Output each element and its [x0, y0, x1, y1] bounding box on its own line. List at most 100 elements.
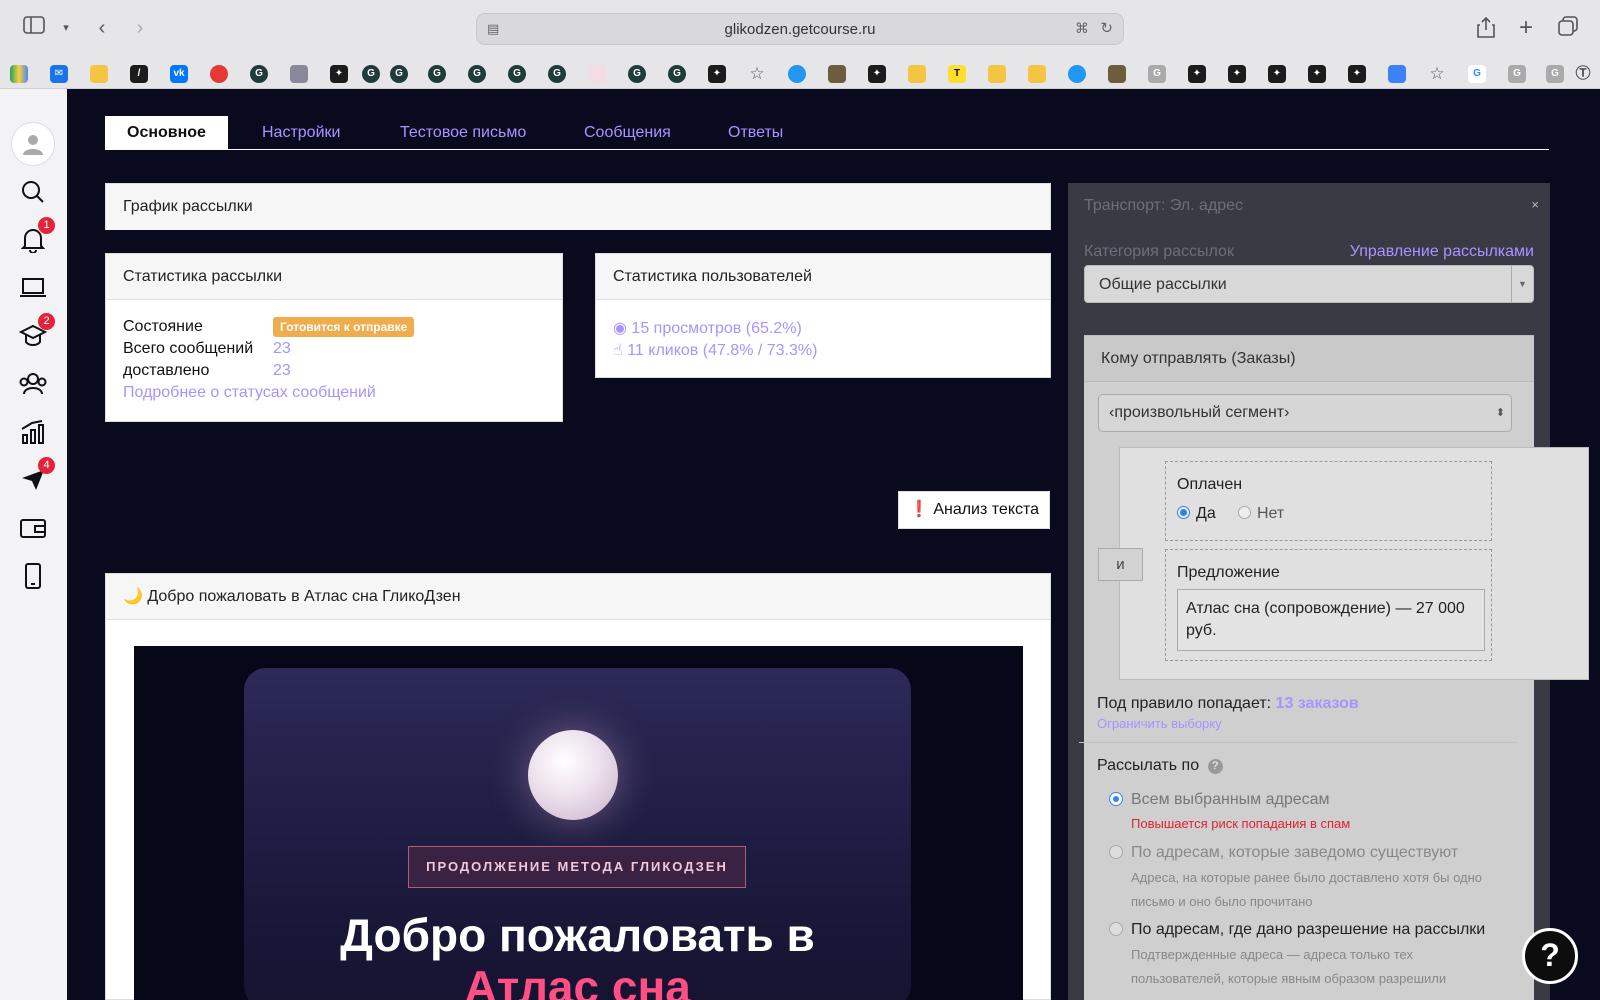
- bookmark-icon[interactable]: G: [1148, 65, 1166, 83]
- segment-select[interactable]: ‹произвольный сегмент› ⬍: [1098, 394, 1512, 432]
- back-icon[interactable]: ‹: [90, 16, 114, 40]
- gc-bookmark-icon[interactable]: G: [362, 65, 380, 83]
- status-details-link[interactable]: Подробнее о статусах сообщений: [123, 384, 376, 402]
- bookmark-icon[interactable]: G: [1508, 65, 1526, 83]
- bookmark-icon[interactable]: [908, 65, 926, 83]
- option-existing-addresses[interactable]: По адресам, которые заведомо существуют: [1131, 844, 1458, 862]
- bookmark-icon[interactable]: G: [1546, 65, 1564, 83]
- paid-no-option[interactable]: Нет: [1238, 505, 1284, 523]
- bookmark-icon[interactable]: [90, 65, 108, 83]
- help-button[interactable]: ?: [1522, 928, 1578, 984]
- schedule-panel[interactable]: График рассылки: [105, 183, 1051, 230]
- tab-overview-icon[interactable]: [1556, 16, 1580, 40]
- clicks-link[interactable]: ☝ 11 кликов (47.8% / 73.3%): [613, 340, 817, 360]
- option-permitted-desc-2: пользователей, которые явным образом раз…: [1131, 971, 1447, 986]
- bookmark-icon[interactable]: ✦: [708, 65, 726, 83]
- radio-existing-addresses[interactable]: [1109, 845, 1123, 859]
- new-tab-icon[interactable]: +: [1514, 16, 1538, 40]
- bookmark-icon[interactable]: Ⓣ: [1574, 65, 1592, 83]
- bookmark-icon[interactable]: T: [948, 65, 966, 83]
- option-all-addresses[interactable]: Всем выбранным адресам: [1131, 791, 1330, 809]
- bookmark-icon[interactable]: ✦: [1308, 65, 1326, 83]
- users-icon[interactable]: [17, 368, 49, 400]
- gc-bookmark-icon[interactable]: G: [548, 65, 566, 83]
- category-select[interactable]: Общие рассылки ▼: [1084, 265, 1534, 303]
- star-bookmark-icon[interactable]: ☆: [748, 65, 766, 83]
- mail-bookmark-icon[interactable]: ✉: [50, 65, 68, 83]
- bookmark-icon[interactable]: [1068, 65, 1086, 83]
- bookmark-icon[interactable]: ✦: [1348, 65, 1366, 83]
- manage-mailings-link[interactable]: Управление рассылками: [1350, 243, 1534, 261]
- sidebar-toggle-icon[interactable]: [22, 16, 46, 40]
- gc-bookmark-icon[interactable]: G: [250, 65, 268, 83]
- share-icon[interactable]: [1474, 16, 1498, 40]
- tab-replies[interactable]: Ответы: [706, 116, 805, 150]
- mail-stats-title: Статистика рассылки: [106, 254, 562, 300]
- hero-line-2: Атлас сна: [464, 961, 691, 1000]
- reload-icon[interactable]: ↻: [1100, 19, 1113, 37]
- text-analysis-button[interactable]: ❗ Анализ текста: [898, 491, 1050, 529]
- radio-permitted-addresses[interactable]: [1109, 922, 1123, 936]
- recipients-title: Кому отправлять (Заказы): [1084, 336, 1534, 382]
- radio-yes[interactable]: [1177, 506, 1190, 519]
- address-bar[interactable]: ▤ glikodzen.getcourse.ru ⌘ ↻: [476, 13, 1124, 45]
- bookmark-icon[interactable]: [1028, 65, 1046, 83]
- gc-bookmark-icon[interactable]: G: [668, 65, 686, 83]
- bell-icon[interactable]: 1: [17, 217, 55, 256]
- forward-icon[interactable]: ›: [128, 16, 152, 40]
- mobile-icon[interactable]: [17, 560, 49, 592]
- translate-icon[interactable]: ⌘: [1075, 20, 1089, 37]
- help-circle-icon[interactable]: ?: [1207, 759, 1223, 774]
- bookmark-icon[interactable]: ✦: [1228, 65, 1246, 83]
- option-permitted-addresses[interactable]: По адресам, где дано разрешение на рассы…: [1131, 921, 1485, 939]
- bookmark-icon[interactable]: [788, 65, 806, 83]
- avatar[interactable]: [11, 122, 55, 166]
- rule-count-link[interactable]: 13 заказов: [1276, 695, 1359, 712]
- bookmark-icon[interactable]: [1108, 65, 1126, 83]
- vk-bookmark-icon[interactable]: vk: [170, 65, 188, 83]
- views-link[interactable]: ◉ 15 просмотров (65.2%): [613, 318, 802, 338]
- email-body: ПРОДОЛЖЕНИЕ МЕТОДА ГЛИКОДЗЕН Добро пожал…: [134, 646, 1023, 1000]
- gc-bookmark-icon[interactable]: G: [468, 65, 486, 83]
- gc-bookmark-icon[interactable]: G: [628, 65, 646, 83]
- gc-bookmark-icon[interactable]: G: [390, 65, 408, 83]
- bookmark-icon[interactable]: ✦: [1268, 65, 1286, 83]
- total-value[interactable]: 23: [273, 340, 291, 358]
- category-value: Общие рассылки: [1099, 276, 1227, 293]
- limit-selection-link[interactable]: Ограничить выборку: [1097, 716, 1222, 731]
- google-bookmark-icon[interactable]: G: [1468, 65, 1486, 83]
- gc-bookmark-icon[interactable]: G: [508, 65, 526, 83]
- bookmark-icon[interactable]: ✦: [868, 65, 886, 83]
- bookmark-icon[interactable]: ✦: [1188, 65, 1206, 83]
- search-icon[interactable]: [17, 176, 49, 208]
- laptop-icon[interactable]: [17, 272, 49, 304]
- radio-all-addresses[interactable]: [1109, 792, 1123, 806]
- bookmark-icon[interactable]: [828, 65, 846, 83]
- paid-yes-option[interactable]: Да: [1177, 505, 1216, 523]
- gc-bookmark-icon[interactable]: G: [428, 65, 446, 83]
- clicks-text: 11 кликов (47.8% / 73.3%): [627, 342, 818, 359]
- bookmark-icon[interactable]: [210, 65, 228, 83]
- tab-test-email[interactable]: Тестовое письмо: [378, 116, 548, 150]
- close-icon[interactable]: ×: [1531, 197, 1539, 212]
- bookmark-icon[interactable]: ✦: [330, 65, 348, 83]
- wallet-icon[interactable]: [17, 512, 49, 544]
- chevron-down-icon[interactable]: ▾: [54, 16, 78, 40]
- bookmark-icon[interactable]: [1388, 65, 1406, 83]
- offer-field[interactable]: Атлас сна (сопровождение) — 27 000 руб.: [1177, 589, 1485, 651]
- drive-bookmark-icon[interactable]: [10, 65, 28, 83]
- and-button[interactable]: и: [1098, 548, 1143, 581]
- analytics-icon[interactable]: [17, 416, 49, 448]
- bookmark-icon[interactable]: [290, 65, 308, 83]
- delivered-value[interactable]: 23: [273, 362, 291, 380]
- bookmark-icon[interactable]: /: [130, 65, 148, 83]
- tab-main[interactable]: Основное: [105, 116, 228, 150]
- radio-no[interactable]: [1238, 506, 1251, 519]
- star-bookmark-icon[interactable]: ☆: [1428, 65, 1446, 83]
- send-icon[interactable]: 4: [17, 457, 55, 496]
- bookmark-icon[interactable]: [988, 65, 1006, 83]
- graduation-cap-icon[interactable]: 2: [17, 313, 55, 352]
- bookmark-icon[interactable]: [588, 65, 606, 83]
- tab-settings[interactable]: Настройки: [240, 116, 362, 150]
- tab-messages[interactable]: Сообщения: [562, 116, 693, 150]
